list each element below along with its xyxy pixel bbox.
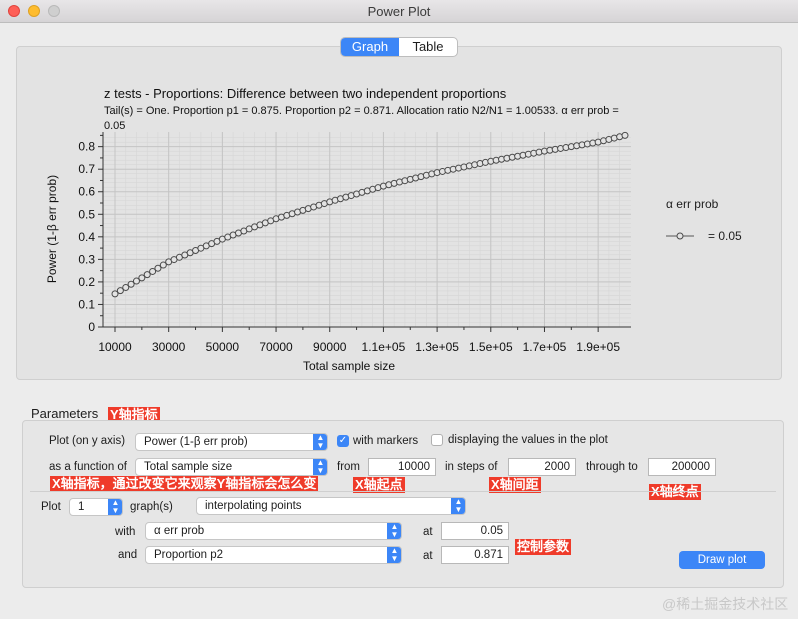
y-tick-label: 0 <box>88 320 95 334</box>
x-axis-label: Total sample size <box>303 359 395 373</box>
tab-table[interactable]: Table <box>399 38 457 56</box>
parameters-divider <box>30 491 776 492</box>
x-tick-label: 1.3e+05 <box>415 340 459 354</box>
x-tick-label: 90000 <box>313 340 347 354</box>
and-value: Proportion p2 <box>154 549 224 561</box>
annotation-x-metric: X轴指标，通过改变它来观察Y轴指标会怎么变 <box>50 476 319 492</box>
view-tabs: Graph Table <box>340 37 458 57</box>
plot-count-select[interactable]: 1 ▲ ▼ <box>69 498 123 516</box>
x-tick-label: 1.9e+05 <box>576 340 620 354</box>
display-values-label: displaying the values in the plot <box>448 434 608 446</box>
with-label: with <box>115 526 136 538</box>
with-markers-label: with markers <box>353 435 419 447</box>
tab-graph[interactable]: Graph <box>341 38 399 56</box>
annotation-control: 控制参数 <box>515 539 572 555</box>
as-function-value: Total sample size <box>144 461 233 473</box>
y-tick-label: 0.4 <box>78 230 95 244</box>
x-tick-label: 30000 <box>152 340 186 354</box>
through-label: through to <box>586 461 638 473</box>
with-at-label: at <box>423 526 433 538</box>
y-tick-label: 0.2 <box>78 275 95 289</box>
steps-label: in steps of <box>445 461 498 473</box>
plot-count-value: 1 <box>78 501 85 513</box>
and-select[interactable]: Proportion p2 ▲ ▼ <box>145 546 402 564</box>
with-value: α err prob <box>154 525 205 537</box>
through-input[interactable]: 200000 <box>648 458 716 476</box>
x-tick-label: 70000 <box>259 340 293 354</box>
x-tick-label: 1.7e+05 <box>523 340 567 354</box>
y-tick-label: 0.3 <box>78 252 95 266</box>
and-at-input[interactable]: 0.871 <box>441 546 509 564</box>
steps-input[interactable]: 2000 <box>508 458 576 476</box>
watermark: @稀土掘金技术社区 <box>662 596 789 612</box>
parameters-heading: Parameters <box>31 406 99 421</box>
legend-title: α err prob <box>666 197 719 211</box>
and-label: and <box>118 549 138 561</box>
plot-y-select[interactable]: Power (1-β err prob) ▲ ▼ <box>135 433 328 451</box>
series-marker <box>621 131 629 139</box>
y-tick-label: 0.7 <box>78 162 95 176</box>
with-at-input[interactable]: 0.05 <box>441 522 509 540</box>
y-tick-label: 0.5 <box>78 207 95 221</box>
and-at-label: at <box>423 550 433 562</box>
with-markers-checkbox[interactable]: ✓ <box>337 435 349 447</box>
chevron-updown-icon: ▲ ▼ <box>313 459 327 475</box>
chevron-updown-icon: ▲ ▼ <box>108 499 122 515</box>
legend-marker <box>676 232 684 240</box>
y-axis-label: Power (1-β err prob) <box>45 175 59 283</box>
x-tick-label: 1.5e+05 <box>469 340 513 354</box>
as-function-select[interactable]: Total sample size ▲ ▼ <box>135 458 328 476</box>
legend-entry-label: = 0.05 <box>708 229 742 243</box>
graphs-label: graph(s) <box>130 501 173 513</box>
display-values-checkbox[interactable] <box>431 434 443 446</box>
chevron-updown-icon: ▲ ▼ <box>387 523 401 539</box>
as-function-label: as a function of <box>49 461 127 473</box>
from-input[interactable]: 10000 <box>368 458 436 476</box>
chevron-updown-icon: ▲ ▼ <box>451 498 465 514</box>
chevron-updown-icon: ▲ ▼ <box>313 434 327 450</box>
annotation-x-end: X轴终点 <box>649 484 701 500</box>
plot-y-value: Power (1-β err prob) <box>144 436 248 448</box>
graph-mode-value: interpolating points <box>205 500 302 512</box>
y-tick-label: 0.8 <box>78 140 95 154</box>
draw-plot-button[interactable]: Draw plot <box>679 551 765 569</box>
with-select[interactable]: α err prob ▲ ▼ <box>145 522 402 540</box>
from-label: from <box>337 461 360 473</box>
x-tick-label: 1.1e+05 <box>362 340 406 354</box>
plot-y-label: Plot (on y axis) <box>49 435 126 447</box>
graph-mode-select[interactable]: interpolating points ▲ ▼ <box>196 497 466 515</box>
y-tick-label: 0.1 <box>78 297 95 311</box>
chevron-updown-icon: ▲ ▼ <box>387 547 401 563</box>
y-tick-label: 0.6 <box>78 185 95 199</box>
x-tick-label: 10000 <box>98 340 132 354</box>
plot-count-label: Plot <box>41 501 61 513</box>
x-tick-label: 50000 <box>206 340 240 354</box>
